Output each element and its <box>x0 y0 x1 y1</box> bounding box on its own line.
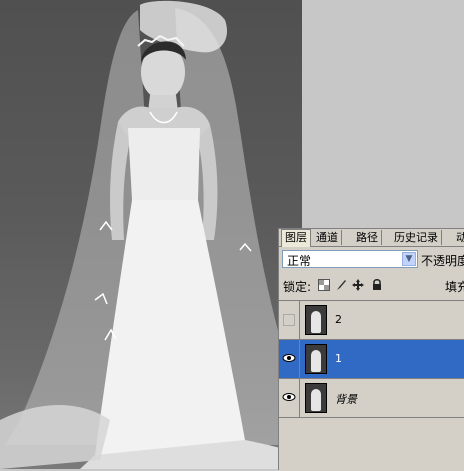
bride-photo <box>0 0 300 469</box>
visibility-toggle[interactable] <box>279 301 300 339</box>
layer-row-2[interactable]: 2 <box>279 301 464 340</box>
layer-thumbnail <box>305 383 327 413</box>
tab-channels[interactable]: 通道 <box>313 230 342 245</box>
blend-row: 正常 ▼ 不透明度 <box>279 247 464 273</box>
workspace-background <box>302 0 464 230</box>
layers-panel: 图层 通道 路径 历史记录 动 正常 ▼ 不透明度 锁定: 填充 2 1 背景 <box>278 228 464 471</box>
lock-icon[interactable] <box>371 279 383 291</box>
visibility-toggle[interactable] <box>279 379 300 417</box>
lock-row: 锁定: 填充 <box>279 274 464 296</box>
fill-label: 填充 <box>445 280 464 294</box>
layer-name[interactable]: 1 <box>335 352 342 365</box>
layer-thumbnail <box>305 344 327 374</box>
layer-row-background[interactable]: 背景 <box>279 379 464 418</box>
blend-mode-value: 正常 <box>287 254 312 268</box>
layer-name[interactable]: 2 <box>335 313 342 326</box>
layer-name[interactable]: 背景 <box>335 391 357 407</box>
blend-mode-select[interactable]: 正常 ▼ <box>282 250 418 268</box>
tab-paths[interactable]: 路径 <box>353 230 382 245</box>
panel-tabs: 图层 通道 路径 历史记录 动 <box>279 229 464 247</box>
move-icon[interactable] <box>352 279 364 291</box>
brush-icon[interactable] <box>335 279 347 291</box>
opacity-label: 不透明度 <box>421 254 464 268</box>
tab-layers[interactable]: 图层 <box>281 229 311 247</box>
visibility-empty-box[interactable] <box>283 314 295 326</box>
layer-row-1[interactable]: 1 <box>279 340 464 379</box>
visibility-toggle[interactable] <box>279 340 300 378</box>
tab-history[interactable]: 历史记录 <box>391 230 442 245</box>
layers-list: 2 1 背景 <box>279 300 464 471</box>
chevron-down-icon[interactable]: ▼ <box>402 252 416 266</box>
document-canvas[interactable] <box>0 0 302 469</box>
checker-icon[interactable] <box>318 279 330 291</box>
lock-label: 锁定: <box>283 280 312 294</box>
tab-actions[interactable]: 动 <box>453 230 464 245</box>
eye-icon[interactable] <box>282 352 296 366</box>
layer-thumbnail <box>305 305 327 335</box>
eye-icon[interactable] <box>282 391 296 405</box>
